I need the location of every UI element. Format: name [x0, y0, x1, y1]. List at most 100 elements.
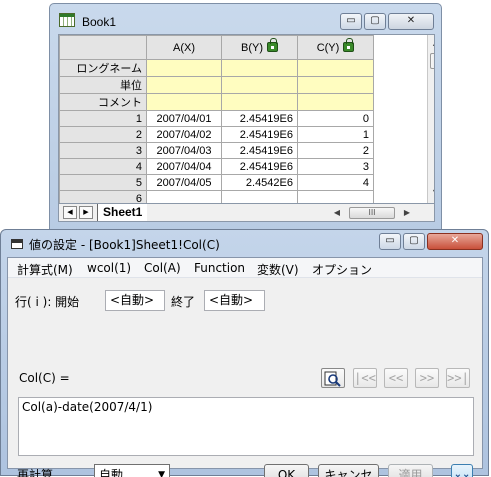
table-row: 1 2007/04/01 2.45419E6 0 [59, 110, 374, 127]
chevron-down-icon: ▼ [158, 470, 165, 477]
scroll-up-icon[interactable]: ▲ [428, 35, 434, 51]
magnifier-icon [324, 371, 341, 387]
cell[interactable] [297, 93, 374, 111]
column-header-b[interactable]: B(Y) [221, 35, 298, 60]
row-start-input[interactable]: <自動> [105, 290, 165, 311]
recalculate-select[interactable]: 自動 ▼ [94, 464, 170, 477]
cell[interactable]: 2007/04/03 [146, 142, 222, 159]
cell[interactable] [221, 59, 298, 77]
row-end-input[interactable]: <自動> [204, 290, 265, 311]
cell[interactable]: 1 [297, 126, 374, 143]
menu-variables[interactable]: 変数(V) [257, 261, 299, 278]
set-values-dialog[interactable]: 値の設定 - [Book1]Sheet1!Col(C) ▭ ▢ ✕ 計算式(M)… [0, 229, 489, 477]
table-row: 5 2007/04/05 2.4542E6 4 [59, 174, 374, 191]
cell[interactable]: 4 [297, 174, 374, 191]
formula-textarea[interactable]: Col(a)-date(2007/4/1) [18, 397, 474, 456]
dialog-restore-button[interactable]: ▢ [403, 233, 425, 250]
cell[interactable] [146, 76, 222, 94]
table-row: 6 [59, 190, 374, 203]
scroll-down-icon[interactable]: ▼ [428, 185, 434, 201]
scroll-right-icon[interactable]: ▶ [401, 205, 413, 221]
row-range-label: 行( i ): 開始 [15, 295, 80, 309]
dialog-title: 値の設定 - [Book1]Sheet1!Col(C) [29, 238, 220, 252]
cell[interactable]: 2.45419E6 [221, 110, 298, 127]
row-number[interactable]: 5 [59, 174, 147, 191]
row-label-long-name[interactable]: ロングネーム [59, 59, 147, 77]
worksheet-grid[interactable]: A(X) B(Y) C(Y) ロングネーム 単位 コメント 1 2007/04/… [58, 34, 435, 204]
restore-button[interactable]: ▢ [364, 13, 386, 30]
corner-cell[interactable] [59, 35, 147, 60]
row-label-units[interactable]: 単位 [59, 76, 147, 94]
cell[interactable]: 2007/04/01 [146, 110, 222, 127]
row-number[interactable]: 3 [59, 142, 147, 159]
menu-col-a[interactable]: Col(A) [144, 261, 181, 275]
cell[interactable]: 2.45419E6 [221, 142, 298, 159]
cell[interactable] [146, 190, 222, 203]
tab-next-icon[interactable]: ▶ [79, 206, 93, 219]
scroll-thumb[interactable] [430, 53, 434, 69]
cell[interactable] [221, 76, 298, 94]
search-formula-button[interactable] [321, 368, 345, 388]
cell[interactable] [146, 59, 222, 77]
dialog-close-button[interactable]: ✕ [427, 233, 483, 250]
close-button[interactable]: ✕ [388, 13, 434, 30]
lock-icon [267, 37, 278, 52]
tab-sheet1[interactable]: Sheet1 [97, 204, 148, 221]
row-label-comments[interactable]: コメント [59, 93, 147, 111]
cell[interactable] [297, 76, 374, 94]
nav-first-button[interactable]: |<< [353, 368, 377, 388]
menu-function[interactable]: Function [194, 261, 245, 275]
nav-prev-button[interactable]: << [384, 368, 408, 388]
scroll-left-icon[interactable]: ◀ [331, 205, 343, 221]
cell[interactable] [297, 190, 374, 203]
tab-prev-icon[interactable]: ◀ [63, 206, 77, 219]
cell[interactable]: 2.4542E6 [221, 174, 298, 191]
row-end-label: 終了 [171, 295, 196, 309]
dialog-minimize-button[interactable]: ▭ [379, 233, 401, 250]
cell[interactable]: 2007/04/04 [146, 158, 222, 175]
book1-window[interactable]: Book1 ▭ ▢ ✕ A(X) B(Y) C(Y) ロングネーム 単位 コメン… [49, 3, 442, 235]
nav-last-button[interactable]: >>| [446, 368, 470, 388]
menu-formula[interactable]: 計算式(M) [17, 261, 73, 278]
recalculate-label: 再計算 [17, 468, 54, 477]
row-number[interactable]: 6 [59, 190, 147, 203]
apply-button[interactable]: 適用 [388, 464, 433, 477]
horizontal-scrollbar[interactable]: ◀ III ▶ [331, 206, 417, 220]
menu-bar: 計算式(M) wcol(1) Col(A) Function 変数(V) オプシ… [8, 258, 482, 278]
menu-options[interactable]: オプション [312, 261, 372, 278]
column-header-c[interactable]: C(Y) [297, 35, 374, 60]
ok-button[interactable]: OK [264, 464, 309, 477]
table-row: 3 2007/04/03 2.45419E6 2 [59, 142, 374, 159]
cell[interactable]: 2007/04/02 [146, 126, 222, 143]
dialog-window-icon [11, 239, 23, 249]
cell[interactable]: 2007/04/05 [146, 174, 222, 191]
cell[interactable] [221, 190, 298, 203]
dialog-body: 計算式(M) wcol(1) Col(A) Function 変数(V) オプシ… [7, 257, 483, 477]
cell[interactable] [146, 93, 222, 111]
cell[interactable]: 2.45419E6 [221, 126, 298, 143]
row-number[interactable]: 2 [59, 126, 147, 143]
minimize-button[interactable]: ▭ [340, 13, 362, 30]
cancel-button[interactable]: キャンセル [318, 464, 379, 477]
cell[interactable] [221, 93, 298, 111]
table-row: 2 2007/04/02 2.45419E6 1 [59, 126, 374, 143]
worksheet-table: A(X) B(Y) C(Y) ロングネーム 単位 コメント 1 2007/04/… [59, 35, 374, 203]
row-number[interactable]: 4 [59, 158, 147, 175]
sheet-tab-bar: ◀ ▶ Sheet1 ◀ III ▶ [58, 204, 435, 222]
cell[interactable]: 2.45419E6 [221, 158, 298, 175]
nav-next-button[interactable]: >> [415, 368, 439, 388]
scroll-thumb-horizontal[interactable]: III [349, 207, 395, 219]
row-number[interactable]: 1 [59, 110, 147, 127]
cell[interactable]: 0 [297, 110, 374, 127]
cell[interactable] [297, 59, 374, 77]
cell[interactable]: 3 [297, 158, 374, 175]
column-header-a[interactable]: A(X) [146, 35, 222, 60]
workbook-icon [59, 13, 75, 27]
column-formula-label: Col(C) = [19, 371, 70, 385]
cell[interactable]: 2 [297, 142, 374, 159]
expand-dialog-button[interactable]: ⌄⌄ [451, 464, 473, 477]
vertical-scrollbar[interactable]: ▲ ▼ [427, 35, 434, 203]
menu-wcol[interactable]: wcol(1) [87, 261, 131, 275]
book-title: Book1 [82, 15, 117, 29]
lock-icon [343, 37, 355, 52]
